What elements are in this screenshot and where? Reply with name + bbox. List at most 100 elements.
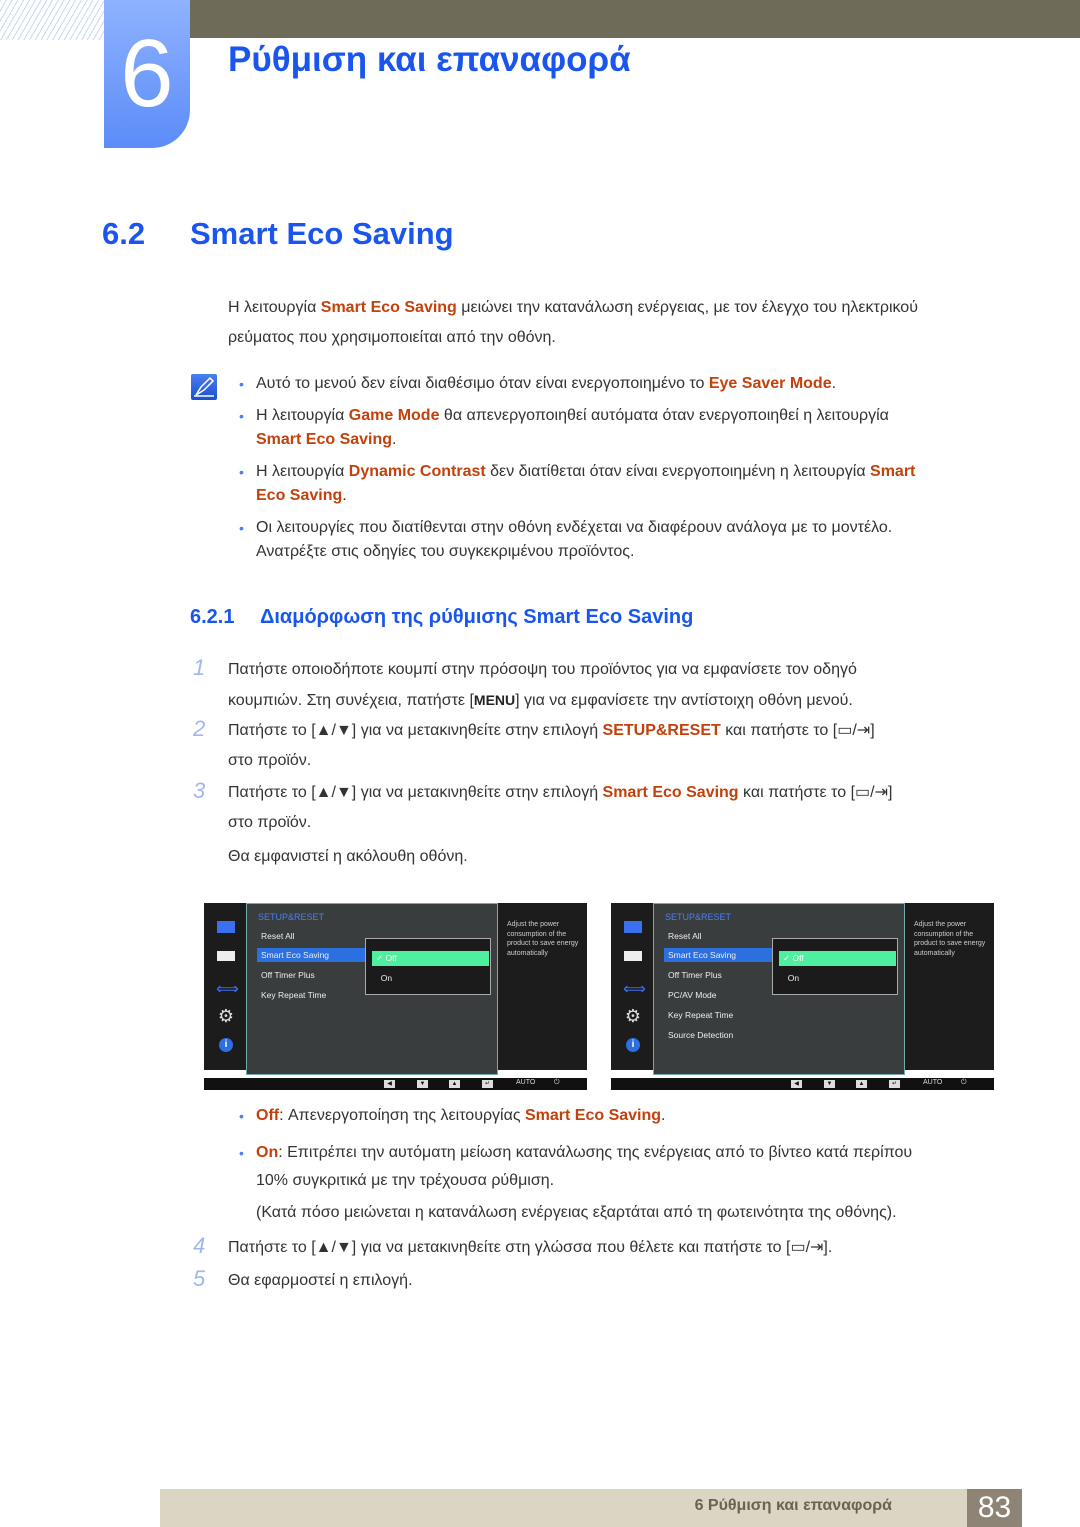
decorative-hatch — [0, 0, 104, 40]
power-icon[interactable]: ⏻ — [961, 1079, 967, 1087]
note-item: Αυτό το μενού δεν είναι διαθέσιμο όταν ε… — [239, 372, 996, 396]
subsection-title-text: Διαμόρφωση της ρύθμισης Smart Eco Saving — [260, 606, 694, 628]
enter-button-icon[interactable]: ↵ — [482, 1080, 493, 1088]
step-number: 2 — [193, 716, 206, 741]
option-desc-off: Off: Απενεργοποίηση της λειτουργίας Smar… — [239, 1104, 996, 1128]
down-button-icon[interactable]: ▼ — [417, 1080, 428, 1088]
chapter-tab: 6 — [104, 0, 190, 148]
option-text: 10% συγκριτικά με την τρέχουσα ρύθμιση. — [256, 1172, 555, 1189]
note-highlight: Dynamic Contrast — [348, 463, 486, 480]
intro-highlight: Smart Eco Saving — [320, 299, 457, 316]
osd-menu-title: SETUP&RESET — [665, 912, 732, 922]
intro-line2: ρεύματος που χρησιμοποιείται από την οθό… — [228, 329, 556, 346]
option-label: Off — [385, 953, 397, 963]
note-text: δεν διατίθεται όταν είναι ενεργοποιημένη… — [485, 463, 871, 480]
osd-icon-bar: ⟺ ⚙ i — [204, 903, 246, 1070]
section-title-text: Smart Eco Saving — [190, 216, 454, 251]
osd-menu-item[interactable]: Reset All — [664, 929, 772, 943]
up-button-icon[interactable]: ▲ — [449, 1080, 460, 1088]
option-label: On — [787, 973, 800, 983]
info-icon: i — [623, 1038, 643, 1054]
left-button-icon[interactable]: ◀ — [791, 1080, 802, 1088]
option-highlight: Smart Eco Saving — [525, 1107, 662, 1124]
step-text: Πατήστε οποιοδήποτε κουμπί στην πρόσοψη … — [228, 661, 857, 678]
position-icon: ⟺ — [216, 981, 239, 998]
section-number: 6.2 — [102, 216, 146, 251]
osd-option-on[interactable]: On — [779, 971, 896, 986]
note-pencil-icon — [191, 374, 217, 400]
note-highlight: Eye Saver Mode — [708, 375, 832, 392]
osd-menu-item[interactable]: Reset All — [257, 929, 365, 943]
down-button-icon[interactable]: ▼ — [824, 1080, 835, 1088]
osd-screen-2: ⟺ ⚙ i SETUP&RESET Reset All Smart Eco Sa… — [611, 903, 994, 1090]
note-text: Η λειτουργία — [256, 407, 349, 424]
gear-icon: ⚙ — [217, 1006, 235, 1026]
osd-description-panel: Adjust the power consumption of the prod… — [498, 903, 587, 1070]
left-button-icon[interactable]: ◀ — [384, 1080, 395, 1088]
picture-icon — [216, 951, 236, 967]
note-item: Οι λειτουργίες που διατίθενται στην οθόν… — [239, 516, 996, 564]
picture-icon — [623, 951, 643, 967]
osd-menu-item-selected[interactable]: Smart Eco Saving — [664, 948, 772, 962]
auto-button[interactable]: AUTO — [923, 1079, 942, 1086]
step-highlight: Smart Eco Saving — [602, 784, 739, 801]
note-text: Η λειτουργία — [256, 463, 349, 480]
note-text: Αυτό το μενού δεν είναι διαθέσιμο όταν ε… — [256, 375, 709, 392]
top-bar — [190, 0, 1080, 38]
step-text: και πατήστε το [▭/⇥] — [720, 722, 875, 739]
osd-menu-item[interactable]: Key Repeat Time — [257, 988, 365, 1002]
osd-button-bar: ◀ ▼ ▲ ↵ AUTO ⏻ — [611, 1078, 994, 1090]
osd-option-popup: ✓ Off On — [772, 938, 898, 995]
power-icon[interactable]: ⏻ — [554, 1079, 560, 1087]
osd-menu-title: SETUP&RESET — [258, 912, 325, 922]
auto-button[interactable]: AUTO — [516, 1079, 535, 1086]
option-text: : Απενεργοποίηση της λειτουργίας — [279, 1107, 525, 1124]
intro-paragraph: Η λειτουργία Smart Eco Saving μειώνει τη… — [228, 293, 918, 353]
osd-option-off[interactable]: ✓ Off — [779, 951, 896, 966]
option-label: Off — [792, 953, 804, 963]
page-footer: 6 Ρύθμιση και επαναφορά 83 — [160, 1489, 1022, 1527]
note-highlight: Smart — [870, 463, 916, 480]
step-text: Θα εμφανιστεί η ακόλουθη οθόνη. — [228, 848, 468, 865]
osd-menu-item[interactable]: Off Timer Plus — [664, 968, 772, 982]
osd-option-off[interactable]: ✓ Off — [372, 951, 489, 966]
enter-button-icon[interactable]: ↵ — [889, 1080, 900, 1088]
osd-menu-item[interactable]: Source Detection — [664, 1028, 772, 1042]
note-item: Η λειτουργία Dynamic Contrast δεν διατίθ… — [239, 460, 996, 508]
osd-description-panel: Adjust the power consumption of the prod… — [905, 903, 994, 1070]
option-label: Off — [256, 1107, 280, 1124]
section-title: 6.2 Smart Eco Saving — [102, 216, 454, 252]
osd-menu-item[interactable]: Key Repeat Time — [664, 1008, 772, 1022]
gear-icon: ⚙ — [624, 1006, 642, 1026]
step-text: ] για να εμφανίσετε την αντίστοιχη οθόνη… — [515, 692, 853, 709]
monitor-icon — [216, 921, 236, 937]
option-label: On — [256, 1144, 279, 1161]
step-3: Πατήστε το [▲/▼] για να μετακινηθείτε στ… — [228, 778, 1018, 872]
note-text: . — [392, 431, 397, 448]
note-text: . — [831, 375, 837, 392]
note-highlight: Smart Eco Saving — [256, 431, 393, 448]
chapter-title: Ρύθμιση και επαναφορά — [228, 40, 631, 79]
up-button-icon[interactable]: ▲ — [856, 1080, 867, 1088]
osd-option-on[interactable]: On — [372, 971, 489, 986]
osd-menu-item[interactable]: Off Timer Plus — [257, 968, 365, 982]
note-text: θα απενεργοποιηθεί αυτόματα όταν ενεργοπ… — [439, 407, 889, 424]
step-text: Πατήστε το [▲/▼] για να μετακινηθείτε στ… — [228, 722, 603, 739]
page-number: 83 — [967, 1489, 1022, 1527]
intro-text-post: μειώνει την κατανάλωση ενέργειας, με τον… — [456, 299, 918, 316]
position-icon: ⟺ — [623, 981, 646, 998]
subsection-title: 6.2.1 Διαμόρφωση της ρύθμισης Smart Eco S… — [190, 606, 693, 629]
step-number: 5 — [193, 1266, 206, 1291]
option-text: (Κατά πόσο μειώνεται η κατανάλωση ενέργε… — [256, 1204, 897, 1221]
step-text: Πατήστε το [▲/▼] για να μετακινηθείτε στ… — [228, 784, 603, 801]
osd-menu-item-selected[interactable]: Smart Eco Saving — [257, 948, 365, 962]
note-text: Ανατρέξτε στις οδηγίες του συγκεκριμένου… — [256, 543, 635, 560]
osd-description: Adjust the power consumption of the prod… — [914, 921, 986, 957]
osd-option-popup: ✓ Off On — [365, 938, 491, 995]
option-desc-on: On: Επιτρέπει την αυτόματη μείωση κατανά… — [239, 1139, 996, 1227]
osd-menu-item[interactable]: PC/AV Mode — [664, 988, 772, 1002]
step-5: Θα εφαρμοστεί η επιλογή. — [228, 1272, 413, 1289]
osd-button-bar: ◀ ▼ ▲ ↵ AUTO ⏻ — [204, 1078, 587, 1090]
note-highlight: Game Mode — [348, 407, 440, 424]
chapter-number: 6 — [120, 20, 174, 127]
